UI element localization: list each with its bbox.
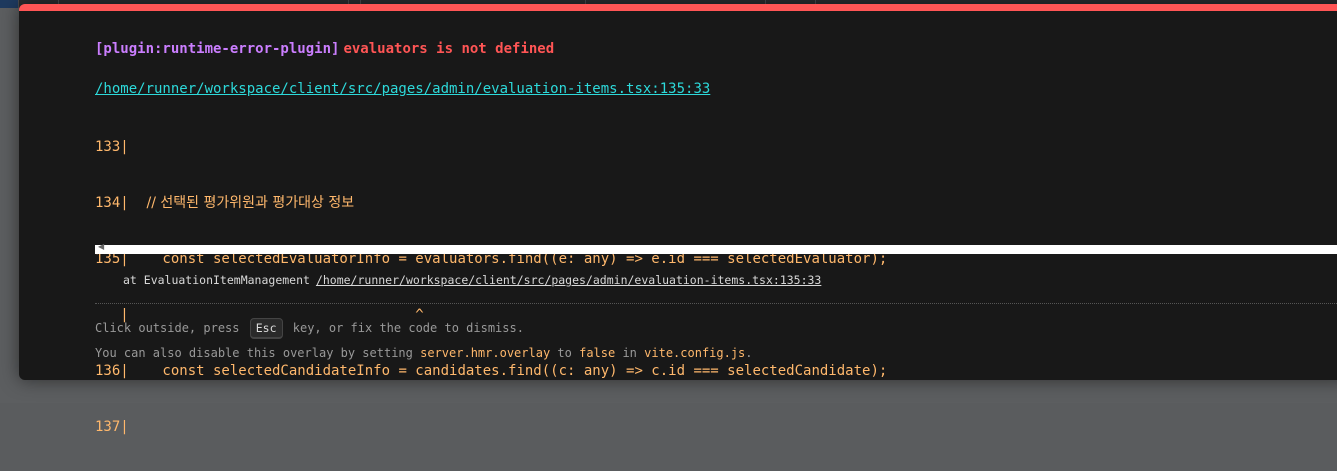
line-number: 133|: [95, 139, 129, 155]
line-number: 134|: [95, 195, 129, 211]
plugin-label: [plugin:runtime-error-plugin]: [95, 41, 340, 57]
line-number: 137|: [95, 419, 129, 435]
line-number: 136|: [95, 363, 129, 379]
scroll-left-icon[interactable]: ◀: [98, 242, 104, 251]
config-value: false: [579, 346, 616, 360]
esc-key-badge: Esc: [249, 318, 283, 339]
code-line: 133|: [95, 135, 887, 159]
error-file-link[interactable]: /home/runner/workspace/client/src/pages/…: [95, 81, 710, 97]
stack-file-link[interactable]: /home/runner/workspace/client/src/pages/…: [316, 273, 821, 287]
disable-tip: You can also disable this overlay by set…: [95, 346, 753, 360]
code-line: 137|: [95, 415, 887, 439]
tip-text: to: [557, 346, 572, 360]
code-line: 136| const selectedCandidateInfo = candi…: [95, 359, 887, 383]
stack-trace: at EvaluationItemManagement/home/runner/…: [123, 273, 821, 287]
tip-period: .: [745, 346, 753, 360]
tip-text: key, or fix the code to dismiss.: [292, 321, 524, 335]
code-line: 134| // 선택된 평가위원과 평가대상 정보: [95, 191, 887, 215]
tip-text: You can also disable this overlay by set…: [95, 346, 413, 360]
error-overlay-window: [plugin:runtime-error-plugin] evaluators …: [19, 4, 1337, 435]
code-frame: 133| 134| // 선택된 평가위원과 평가대상 정보 135| cons…: [95, 103, 887, 471]
line-code: // 선택된 평가위원과 평가대상 정보: [128, 195, 355, 211]
horizontal-scrollbar[interactable]: ◀: [95, 242, 1337, 254]
config-key: server.hmr.overlay: [420, 346, 551, 360]
config-file: vite.config.js: [644, 346, 746, 360]
error-message: [plugin:runtime-error-plugin] evaluators …: [95, 41, 554, 57]
divider: [95, 303, 1337, 304]
error-text: evaluators is not defined: [343, 41, 555, 57]
tip-text: in: [622, 346, 637, 360]
dismiss-tip: Click outside, press Esc key, or fix the…: [95, 318, 524, 339]
line-code: const selectedCandidateInfo = candidates…: [128, 363, 888, 379]
tip-text: Click outside, press: [95, 321, 240, 335]
tab[interactable]: [0, 0, 19, 8]
stack-frame-label: at EvaluationItemManagement: [123, 273, 310, 287]
